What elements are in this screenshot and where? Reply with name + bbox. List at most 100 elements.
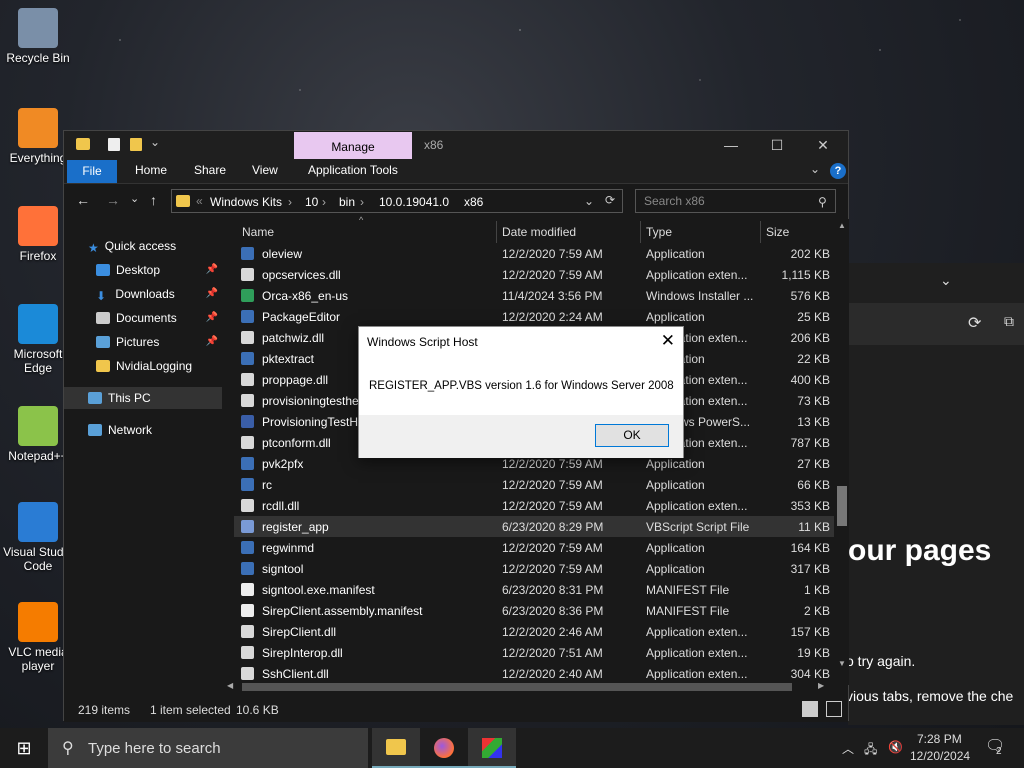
extension-icon[interactable]: ⧉ xyxy=(1004,313,1014,330)
horizontal-scroll-thumb[interactable] xyxy=(242,683,792,691)
ok-button[interactable]: OK xyxy=(595,424,669,447)
app-icon xyxy=(18,108,58,148)
file-size: 27 KB xyxy=(797,457,830,471)
navigation-bar: ← → ⌄ ↑ « Windows Kits › 10 › bin › 10.0… xyxy=(64,185,848,217)
tiles-view-button[interactable] xyxy=(826,701,842,717)
file-name: SshClient.dll xyxy=(262,667,329,681)
taskbar-explorer[interactable] xyxy=(372,728,420,768)
taskbar-script-host[interactable] xyxy=(468,728,516,768)
address-dropdown-icon[interactable]: ⌄ xyxy=(584,194,594,208)
file-name: opcservices.dll xyxy=(262,268,341,282)
expand-ribbon-icon[interactable]: ⌄ xyxy=(810,162,820,176)
address-bar[interactable]: « Windows Kits › 10 › bin › 10.0.19041.0… xyxy=(171,189,623,213)
file-date: 12/2/2020 7:59 AM xyxy=(502,499,603,513)
up-button[interactable]: ↑ xyxy=(150,192,157,208)
vertical-scroll-thumb[interactable] xyxy=(837,486,847,526)
file-row[interactable]: PackageEditor 12/2/2020 2:24 AM Applicatio… xyxy=(234,306,834,327)
properties-icon[interactable] xyxy=(108,138,120,151)
dll-file-icon xyxy=(241,646,254,659)
file-row[interactable]: signtool 12/2/2020 7:59 AM Application 317 … xyxy=(234,558,834,579)
sidebar-item-documents[interactable]: Documents 📌 xyxy=(64,307,222,329)
help-icon[interactable]: ? xyxy=(830,163,846,179)
file-row[interactable]: signtool.exe.manifest 6/23/2020 8:31 PM MA… xyxy=(234,579,834,600)
start-button[interactable]: ⊞ xyxy=(0,728,48,768)
file-name: rc xyxy=(262,478,272,492)
file-row[interactable]: register_app 6/23/2020 8:29 PM VBScript Sc… xyxy=(234,516,834,537)
file-row[interactable]: Orca-x86_en-us 11/4/2024 3:56 PM Windows I… xyxy=(234,285,834,306)
folder-icon xyxy=(96,360,110,372)
close-button[interactable]: ✕ xyxy=(800,133,846,157)
dll-file-icon xyxy=(241,667,254,680)
vbs-file-icon xyxy=(241,520,254,533)
file-row[interactable]: rcdll.dll 12/2/2020 7:59 AM Application ex… xyxy=(234,495,834,516)
edge-chevron-icon[interactable]: ⌄ xyxy=(940,272,952,289)
file-row[interactable]: SirepInterop.dll 12/2/2020 7:51 AM Applica… xyxy=(234,642,834,663)
details-view-button[interactable] xyxy=(802,701,818,717)
dll-file-icon xyxy=(241,373,254,386)
tab-manage[interactable]: Manage xyxy=(294,132,412,159)
tab-application-tools[interactable]: Application Tools xyxy=(308,163,398,177)
file-row[interactable]: rc 12/2/2020 7:59 AM Application 66 KB xyxy=(234,474,834,495)
tab-share[interactable]: Share xyxy=(194,163,226,177)
file-row[interactable]: opcservices.dll 12/2/2020 7:59 AM Applicat… xyxy=(234,264,834,285)
column-date[interactable]: Date modified xyxy=(502,225,576,239)
error-line2: vious tabs, remove the che xyxy=(846,688,1014,704)
app-icon xyxy=(18,406,58,446)
tab-file[interactable]: File xyxy=(67,160,117,183)
column-type[interactable]: Type xyxy=(646,225,672,239)
horizontal-scrollbar[interactable]: ◀ ▶ xyxy=(224,680,832,694)
show-hidden-icons[interactable]: ︿ xyxy=(842,740,854,757)
file-row[interactable]: SirepClient.dll 12/2/2020 2:46 AM Applicat… xyxy=(234,621,834,642)
sidebar-item-quick-access[interactable]: ★ Quick access xyxy=(64,235,222,257)
file-row[interactable]: oleview 12/2/2020 7:59 AM Application 202 K… xyxy=(234,243,834,264)
file-row[interactable]: SirepClient.assembly.manifest 6/23/2020 8… xyxy=(234,600,834,621)
dialog-close-button[interactable]: ✕ xyxy=(661,331,675,351)
file-row[interactable]: regwinmd 12/2/2020 7:59 AM Application 164 … xyxy=(234,537,834,558)
dialog-title: Windows Script Host xyxy=(367,335,478,349)
tab-view[interactable]: View xyxy=(252,163,278,177)
sidebar-item-downloads[interactable]: ⬇ Downloads 📌 xyxy=(64,283,222,305)
breadcrumb-1[interactable]: 10 xyxy=(305,195,318,209)
sidebar-item-this-pc[interactable]: This PC xyxy=(64,387,222,409)
sidebar-item-nvidialogging[interactable]: NvidiaLogging xyxy=(64,355,222,377)
refresh-icon[interactable]: ⟳ xyxy=(968,313,981,333)
sidebar-item-desktop[interactable]: Desktop 📌 xyxy=(64,259,222,281)
breadcrumb-3[interactable]: 10.0.19041.0 xyxy=(379,195,449,209)
network-icon[interactable]: 🖧 xyxy=(864,740,877,761)
qat-dropdown-icon[interactable]: ⌄ xyxy=(150,135,160,149)
column-name[interactable]: Name xyxy=(242,225,274,239)
sidebar-item-pictures[interactable]: Pictures 📌 xyxy=(64,331,222,353)
column-size[interactable]: Size xyxy=(766,225,789,239)
minimize-button[interactable]: — xyxy=(708,133,754,157)
file-name: SirepClient.dll xyxy=(262,625,337,639)
download-icon: ⬇ xyxy=(96,289,107,303)
breadcrumb-4[interactable]: x86 xyxy=(464,195,483,209)
search-input[interactable]: Search x86 xyxy=(635,189,836,213)
clock-date[interactable]: 12/20/2024 xyxy=(910,749,970,763)
desktop-icon-label: Recycle Bin xyxy=(6,51,70,65)
file-size: 157 KB xyxy=(790,625,830,639)
firefox-icon xyxy=(434,738,454,758)
breadcrumb-2[interactable]: bin xyxy=(339,195,355,209)
window-title: x86 xyxy=(424,138,444,152)
refresh-icon[interactable]: ⟳ xyxy=(605,193,615,207)
clock-time[interactable]: 7:28 PM xyxy=(917,732,962,746)
breadcrumb-0[interactable]: Windows Kits xyxy=(210,195,282,209)
volume-muted-icon[interactable]: 🔇 xyxy=(888,740,903,754)
forward-button[interactable]: → xyxy=(106,192,120,208)
desktop-icon-recycle-bin[interactable]: Recycle Bin xyxy=(0,8,76,65)
maximize-button[interactable]: ☐ xyxy=(754,133,800,157)
taskbar-search[interactable]: ⚲ Type here to search xyxy=(48,728,368,768)
new-folder-icon[interactable] xyxy=(130,138,142,151)
item-count: 219 items xyxy=(78,703,131,717)
file-date: 12/2/2020 7:59 AM xyxy=(502,247,603,261)
back-button[interactable]: ← xyxy=(76,192,90,208)
file-date: 12/2/2020 7:59 AM xyxy=(502,457,603,471)
file-size: 73 KB xyxy=(797,394,830,408)
tab-home[interactable]: Home xyxy=(135,163,167,177)
recent-dropdown-icon[interactable]: ⌄ xyxy=(130,192,139,205)
taskbar-firefox[interactable] xyxy=(420,728,468,768)
file-type: Application exten... xyxy=(646,268,748,282)
sidebar-item-network[interactable]: Network xyxy=(64,419,222,441)
vertical-scrollbar[interactable]: ▲ ▼ xyxy=(835,219,849,685)
